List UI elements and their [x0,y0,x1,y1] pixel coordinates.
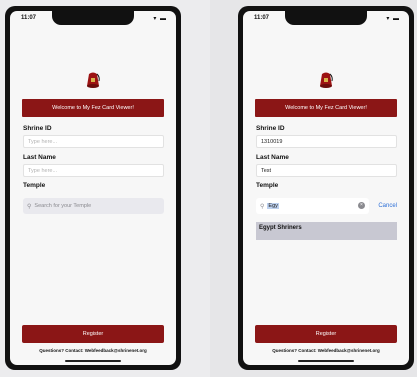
status-time: 11:07 [21,15,37,21]
contact-footer: Questions? Contact: Webfeedback@shrinene… [272,348,380,353]
notch [52,11,134,25]
home-indicator [298,360,354,362]
shrine-id-input[interactable]: Type here... [23,135,164,148]
clear-search-icon[interactable]: × [358,202,365,209]
shrine-id-input[interactable]: 1310019 [256,135,397,148]
wifi-battery-icon: ▾ ▬ [386,16,400,22]
search-icon: ⚲ [260,203,265,210]
status-time: 11:07 [254,15,270,21]
last-name-label: Last Name [23,154,56,161]
last-name-input[interactable]: Type here... [23,164,164,177]
last-name-label: Last Name [256,154,289,161]
welcome-banner: Welcome to My Fez Card Viewer! [22,99,164,117]
wifi-battery-icon: ▾ ▬ [153,16,167,22]
temple-search-placeholder: Search for your Temple [34,203,92,209]
phone-screen-right: 11:07 ▾ ▬ Welcome to My Fez Card Viewer!… [243,11,409,365]
shrine-id-label: Shrine ID [23,125,52,132]
temple-search-value: Egy [267,203,279,209]
welcome-banner: Welcome to My Fez Card Viewer! [255,99,397,117]
cancel-button[interactable]: Cancel [378,203,397,209]
last-name-input[interactable]: Test [256,164,397,177]
home-indicator [65,360,121,362]
temple-search-input[interactable]: ⚲ Egy × [256,198,369,214]
shrine-id-label: Shrine ID [256,125,285,132]
phone-frame-left: 11:07 ▾ ▬ Welcome to My Fez Card Viewer!… [5,6,181,370]
fez-logo-icon [87,72,100,88]
fez-logo-icon [320,72,333,88]
temple-label: Temple [256,182,279,189]
temple-label: Temple [23,182,46,189]
register-button[interactable]: Register [255,325,397,343]
search-icon: ⚲ [27,203,32,210]
phone-frame-right: 11:07 ▾ ▬ Welcome to My Fez Card Viewer!… [238,6,414,370]
phone-screen-left: 11:07 ▾ ▬ Welcome to My Fez Card Viewer!… [10,11,176,365]
search-result-item[interactable]: Egypt Shriners [256,222,397,240]
register-button[interactable]: Register [22,325,164,343]
temple-search-input[interactable]: ⚲ Search for your Temple [23,198,164,214]
contact-footer: Questions? Contact: Webfeedback@shrinene… [39,348,147,353]
notch [285,11,367,25]
